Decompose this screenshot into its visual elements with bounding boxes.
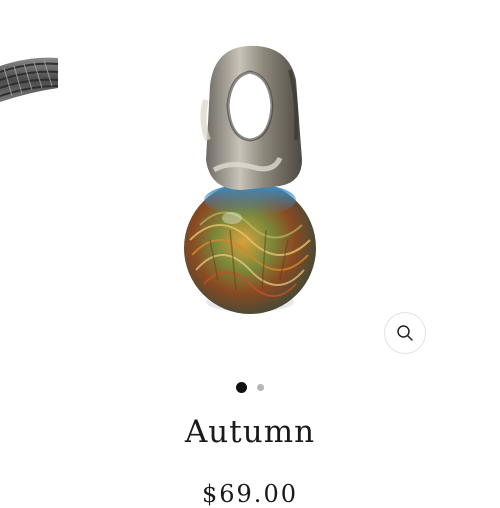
slide-dot-1[interactable] xyxy=(236,382,247,393)
zoom-button[interactable] xyxy=(384,312,426,354)
product-title: Autumn xyxy=(184,414,316,450)
slide-dot-2[interactable] xyxy=(257,384,264,391)
slide-pagination xyxy=(0,382,500,393)
bead-charm-image[interactable] xyxy=(170,40,330,330)
product-image-gallery[interactable] xyxy=(0,0,500,370)
magnifier-icon xyxy=(397,325,413,341)
product-price: $69.00 xyxy=(202,480,298,508)
previous-slide-image[interactable] xyxy=(0,48,60,108)
